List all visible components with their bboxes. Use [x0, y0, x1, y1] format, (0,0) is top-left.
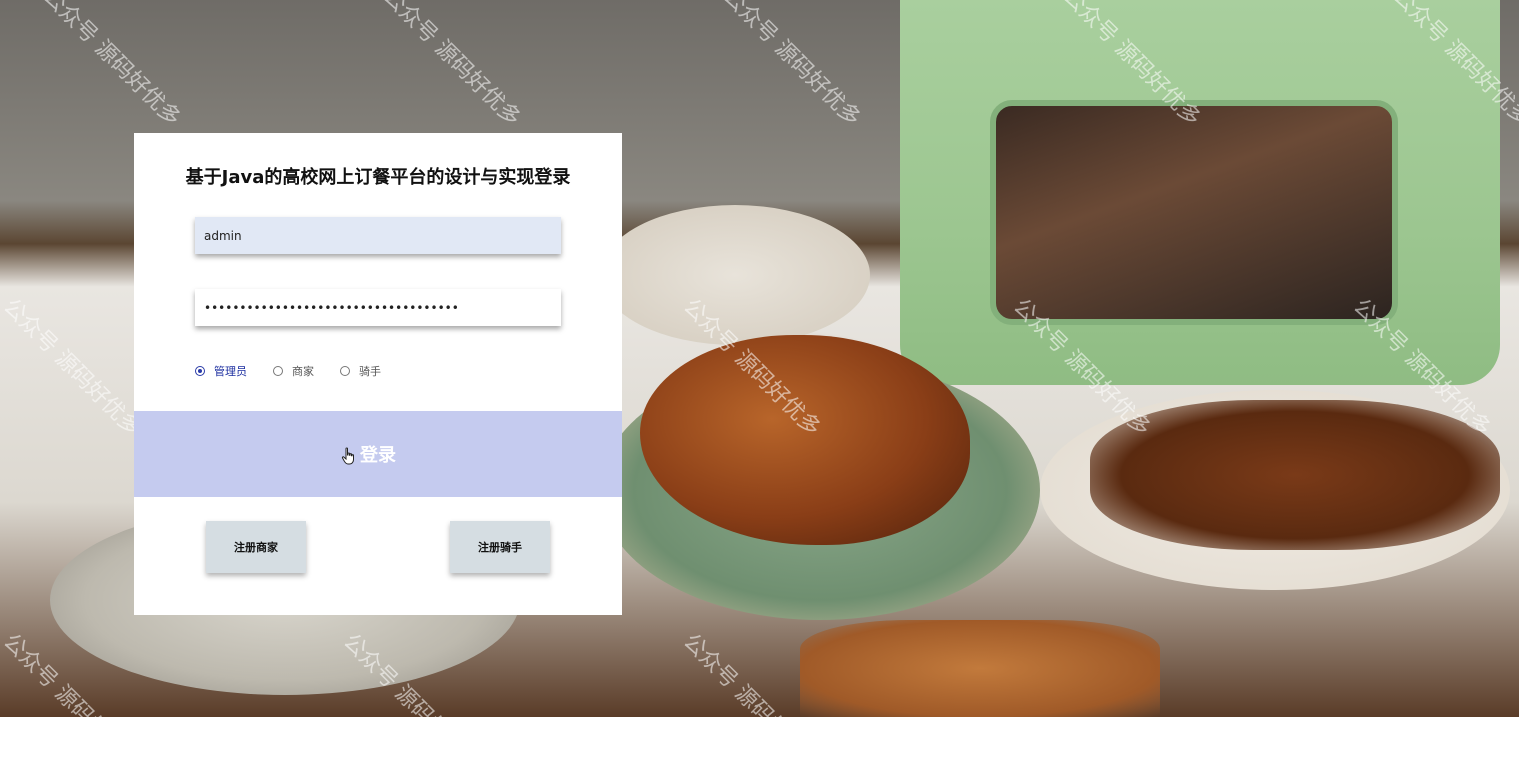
login-button[interactable]: 登录 — [134, 411, 622, 497]
background-food — [800, 620, 1160, 717]
login-button-label: 登录 — [360, 445, 396, 465]
register-merchant-button[interactable]: 注册商家 — [206, 521, 306, 573]
role-option-admin[interactable]: 管理员 — [195, 363, 247, 379]
password-input[interactable] — [195, 289, 561, 326]
role-option-merchant[interactable]: 商家 — [273, 363, 314, 379]
login-card: 基于Java的高校网上订餐平台的设计与实现登录 管理员 商家 骑手 登录 注册商… — [134, 133, 622, 615]
hand-pointer-icon — [341, 447, 354, 465]
radio-icon[interactable] — [273, 366, 283, 376]
role-option-rider[interactable]: 骑手 — [340, 363, 381, 379]
username-input[interactable] — [195, 217, 561, 254]
radio-icon[interactable] — [340, 366, 350, 376]
role-label: 管理员 — [214, 365, 247, 378]
register-rider-button[interactable]: 注册骑手 — [450, 521, 550, 573]
role-selector: 管理员 商家 骑手 — [195, 363, 407, 379]
role-label: 骑手 — [359, 365, 381, 378]
background-air-fryer-window — [990, 100, 1398, 325]
background-plate — [600, 205, 870, 345]
background-skewers — [1090, 400, 1500, 550]
radio-selected-icon[interactable] — [195, 366, 205, 376]
page-title: 基于Java的高校网上订餐平台的设计与实现登录 — [185, 167, 571, 188]
role-label: 商家 — [292, 365, 314, 378]
